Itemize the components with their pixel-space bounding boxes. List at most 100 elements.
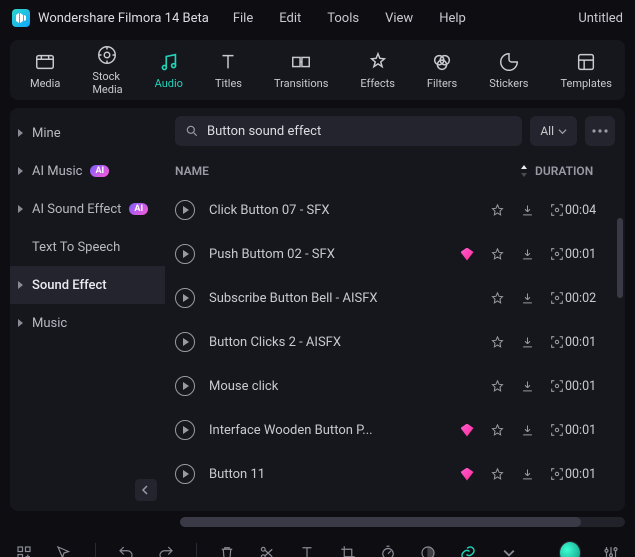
- favorite-button[interactable]: [489, 422, 505, 438]
- play-button[interactable]: [175, 376, 195, 396]
- preview-button[interactable]: [549, 290, 565, 306]
- download-button[interactable]: [519, 422, 535, 438]
- play-button[interactable]: [175, 244, 195, 264]
- preview-button[interactable]: [549, 246, 565, 262]
- download-button[interactable]: [519, 378, 535, 394]
- preview-button[interactable]: [549, 202, 565, 218]
- preview-button[interactable]: [549, 466, 565, 482]
- stickers-icon: [498, 51, 520, 73]
- tool-filters[interactable]: Filters: [427, 51, 457, 90]
- menu-bar: File Edit Tools View Help: [233, 11, 466, 26]
- favorite-button[interactable]: [489, 246, 505, 262]
- templates-icon: [575, 51, 597, 73]
- track-row[interactable]: Click Button 07 - SFX00:04: [165, 188, 625, 232]
- sort-indicator-icon[interactable]: [519, 165, 529, 177]
- horizontal-scrollbar-thumb[interactable]: [180, 517, 581, 527]
- track-row[interactable]: Button 1100:01: [165, 452, 625, 496]
- horizontal-scrollbar-track[interactable]: [180, 517, 625, 527]
- play-button[interactable]: [175, 200, 195, 220]
- menu-edit[interactable]: Edit: [279, 11, 301, 26]
- more-options-button[interactable]: [585, 116, 615, 146]
- sidebar-item-label: Mine: [32, 126, 61, 141]
- sidebar-item-sound-effect[interactable]: Sound Effect: [10, 266, 165, 304]
- tool-label: Templates: [560, 77, 611, 90]
- tool-effects[interactable]: Effects: [360, 51, 395, 90]
- tool-audio[interactable]: Audio: [155, 51, 183, 90]
- favorite-button[interactable]: [489, 202, 505, 218]
- sidebar-item-text-to-speech[interactable]: Text To Speech: [10, 228, 165, 266]
- sidebar: Mine AI Music AI AI Sound Effect AI Text…: [10, 108, 165, 511]
- column-name-header[interactable]: NAME: [175, 164, 405, 178]
- tool-label: Effects: [360, 77, 395, 90]
- track-row[interactable]: Button Clicks 2 - AISFX00:01: [165, 320, 625, 364]
- selection-tool-button[interactable]: [54, 542, 74, 557]
- menu-tools[interactable]: Tools: [327, 11, 359, 26]
- download-button[interactable]: [519, 246, 535, 262]
- preview-button[interactable]: [549, 334, 565, 350]
- track-name: Mouse click: [209, 379, 405, 394]
- chevron-right-icon: [18, 167, 23, 175]
- effects-icon: [367, 51, 389, 73]
- track-row[interactable]: Subscribe Button Bell - AISFX00:02: [165, 276, 625, 320]
- track-row[interactable]: Interface Wooden Button P...00:01: [165, 408, 625, 452]
- tool-media[interactable]: Media: [30, 51, 60, 90]
- text-button[interactable]: [297, 542, 317, 557]
- search-box[interactable]: [175, 116, 522, 146]
- column-duration-header[interactable]: DURATION: [535, 164, 615, 178]
- sidebar-collapse-button[interactable]: [135, 479, 157, 501]
- tool-label: Filters: [427, 77, 457, 90]
- transitions-icon: [290, 51, 312, 73]
- split-button[interactable]: [257, 542, 277, 557]
- tool-stock-media[interactable]: Stock Media: [92, 44, 122, 96]
- color-button[interactable]: [418, 542, 438, 557]
- sidebar-item-mine[interactable]: Mine: [10, 114, 165, 152]
- play-button[interactable]: [175, 332, 195, 352]
- tool-transitions[interactable]: Transitions: [274, 51, 328, 90]
- track-name: Interface Wooden Button P...: [209, 423, 405, 438]
- download-button[interactable]: [519, 290, 535, 306]
- play-button[interactable]: [175, 464, 195, 484]
- tool-stickers[interactable]: Stickers: [489, 51, 528, 90]
- vertical-scrollbar[interactable]: [617, 218, 623, 298]
- play-icon: [183, 250, 189, 258]
- menu-help[interactable]: Help: [439, 11, 466, 26]
- favorite-button[interactable]: [489, 466, 505, 482]
- redo-button[interactable]: [156, 542, 176, 557]
- download-button[interactable]: [519, 466, 535, 482]
- tool-titles[interactable]: Titles: [215, 51, 242, 90]
- favorite-button[interactable]: [489, 290, 505, 306]
- search-input[interactable]: [207, 124, 512, 139]
- menu-view[interactable]: View: [385, 11, 413, 26]
- delete-button[interactable]: [217, 542, 237, 557]
- stock-media-icon: [96, 44, 118, 66]
- more-button[interactable]: [499, 542, 519, 557]
- download-button[interactable]: [519, 202, 535, 218]
- track-row[interactable]: Mouse click00:01: [165, 364, 625, 408]
- mixer-button[interactable]: [601, 542, 621, 557]
- undo-button[interactable]: [115, 542, 135, 557]
- sidebar-item-music[interactable]: Music: [10, 304, 165, 342]
- favorite-button[interactable]: [489, 378, 505, 394]
- audio-icon: [158, 51, 180, 73]
- favorite-button[interactable]: [489, 334, 505, 350]
- sidebar-item-ai-sound-effect[interactable]: AI Sound Effect AI: [10, 190, 165, 228]
- download-button[interactable]: [519, 334, 535, 350]
- play-button[interactable]: [175, 420, 195, 440]
- crop-button[interactable]: [338, 542, 358, 557]
- menu-file[interactable]: File: [233, 11, 253, 26]
- sidebar-item-label: Text To Speech: [32, 240, 120, 255]
- filter-dropdown[interactable]: All: [530, 116, 577, 146]
- preview-button[interactable]: [549, 422, 565, 438]
- track-row[interactable]: Push Buttom 02 - SFX00:01: [165, 232, 625, 276]
- play-button[interactable]: [175, 288, 195, 308]
- preview-button[interactable]: [549, 378, 565, 394]
- sidebar-item-ai-music[interactable]: AI Music AI: [10, 152, 165, 190]
- ai-assistant-button[interactable]: [559, 542, 581, 557]
- add-marker-button[interactable]: [14, 542, 34, 557]
- link-button[interactable]: [458, 542, 478, 557]
- chevron-right-icon: [18, 129, 23, 137]
- tool-templates[interactable]: Templates: [560, 51, 611, 90]
- filters-icon: [431, 51, 453, 73]
- more-horizontal-icon: [592, 129, 608, 133]
- speed-button[interactable]: [378, 542, 398, 557]
